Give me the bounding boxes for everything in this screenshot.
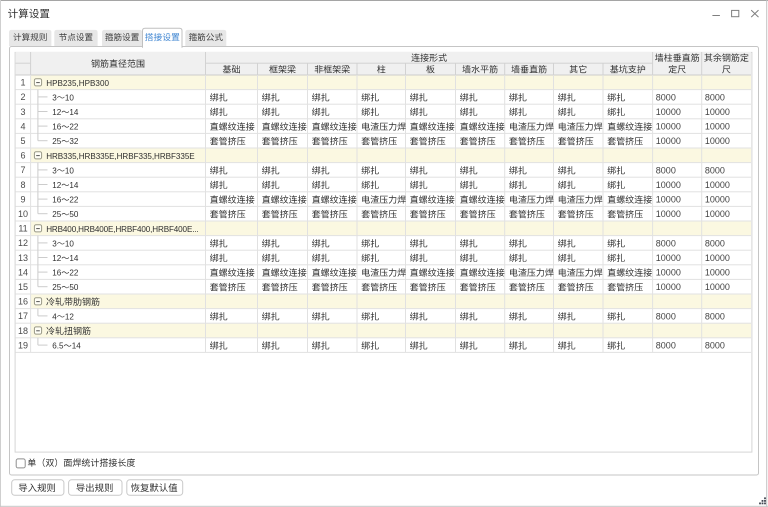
svg-text:10: 10	[65, 239, 75, 248]
svg-text:12: 12	[52, 181, 62, 190]
svg-text:50: 50	[69, 210, 79, 219]
svg-text:50: 50	[69, 283, 79, 292]
svg-text:3: 3	[52, 239, 57, 248]
svg-text:25: 25	[52, 137, 62, 146]
svg-text:2: 2	[20, 92, 25, 102]
svg-text:8000: 8000	[656, 311, 676, 321]
svg-text:22: 22	[69, 269, 79, 278]
svg-text:14: 14	[69, 254, 79, 263]
svg-text:10000: 10000	[656, 180, 681, 190]
svg-text:8000: 8000	[705, 165, 725, 175]
svg-text:14: 14	[69, 108, 79, 117]
svg-text:5: 5	[20, 136, 25, 146]
svg-text:13: 13	[18, 253, 28, 263]
svg-text:9: 9	[20, 194, 25, 204]
svg-text:16: 16	[52, 123, 62, 132]
svg-text:8000: 8000	[656, 341, 676, 351]
svg-text:10000: 10000	[656, 122, 681, 132]
svg-text:16: 16	[18, 297, 28, 307]
svg-text:6.5: 6.5	[52, 342, 64, 351]
svg-text:4: 4	[20, 121, 25, 131]
svg-text:16: 16	[52, 269, 62, 278]
svg-text:10: 10	[65, 93, 75, 102]
svg-text:3: 3	[52, 93, 57, 102]
svg-text:11: 11	[18, 224, 27, 234]
svg-text:HRB335,HRB335E,HRBF335,HRBF335: HRB335,HRB335E,HRBF335,HRBF335E	[46, 152, 195, 161]
svg-text:10000: 10000	[705, 136, 730, 146]
svg-text:8000: 8000	[656, 238, 676, 248]
svg-text:10000: 10000	[705, 107, 730, 117]
svg-text:HRB400,HRB400E,HRBF400,HRBF400: HRB400,HRB400E,HRBF400,HRBF400E...	[46, 225, 199, 234]
svg-text:18: 18	[18, 326, 28, 336]
svg-text:12: 12	[65, 312, 75, 321]
svg-text:22: 22	[69, 196, 79, 205]
svg-text:10000: 10000	[705, 209, 730, 219]
svg-text:10: 10	[18, 209, 28, 219]
svg-text:10000: 10000	[656, 136, 681, 146]
svg-text:10000: 10000	[705, 122, 730, 132]
svg-text:10000: 10000	[656, 282, 681, 292]
svg-text:12: 12	[52, 254, 62, 263]
svg-text:22: 22	[69, 123, 79, 132]
svg-text:8000: 8000	[705, 311, 725, 321]
svg-text:25: 25	[52, 210, 62, 219]
svg-text:10000: 10000	[705, 268, 730, 278]
svg-text:25: 25	[52, 283, 62, 292]
svg-text:10000: 10000	[656, 268, 681, 278]
svg-text:1: 1	[20, 78, 25, 88]
svg-text:8000: 8000	[705, 92, 725, 102]
svg-text:8000: 8000	[656, 92, 676, 102]
svg-text:6: 6	[20, 151, 25, 161]
svg-text:HPB235,HPB300: HPB235,HPB300	[46, 79, 109, 88]
svg-text:10000: 10000	[705, 195, 730, 205]
svg-text:3: 3	[52, 166, 57, 175]
svg-text:10: 10	[65, 166, 75, 175]
svg-text:10000: 10000	[656, 209, 681, 219]
svg-text:10000: 10000	[656, 253, 681, 263]
svg-text:8000: 8000	[705, 341, 725, 351]
svg-text:14: 14	[69, 181, 79, 190]
svg-text:14: 14	[18, 267, 28, 277]
svg-text:16: 16	[52, 196, 62, 205]
svg-text:10000: 10000	[705, 282, 730, 292]
svg-text:10000: 10000	[656, 195, 681, 205]
svg-text:4: 4	[52, 312, 57, 321]
svg-text:12: 12	[18, 238, 28, 248]
svg-text:7: 7	[20, 165, 25, 175]
svg-text:14: 14	[72, 342, 82, 351]
svg-text:15: 15	[18, 282, 28, 292]
svg-text:12: 12	[52, 108, 62, 117]
svg-text:3: 3	[20, 107, 25, 117]
svg-text:17: 17	[18, 311, 28, 321]
svg-text:32: 32	[69, 137, 79, 146]
svg-text:10000: 10000	[656, 107, 681, 117]
svg-text:10000: 10000	[705, 180, 730, 190]
svg-text:8: 8	[20, 180, 25, 190]
svg-text:8000: 8000	[656, 165, 676, 175]
svg-text:8000: 8000	[705, 238, 725, 248]
svg-text:19: 19	[18, 340, 28, 350]
svg-text:10000: 10000	[705, 253, 730, 263]
